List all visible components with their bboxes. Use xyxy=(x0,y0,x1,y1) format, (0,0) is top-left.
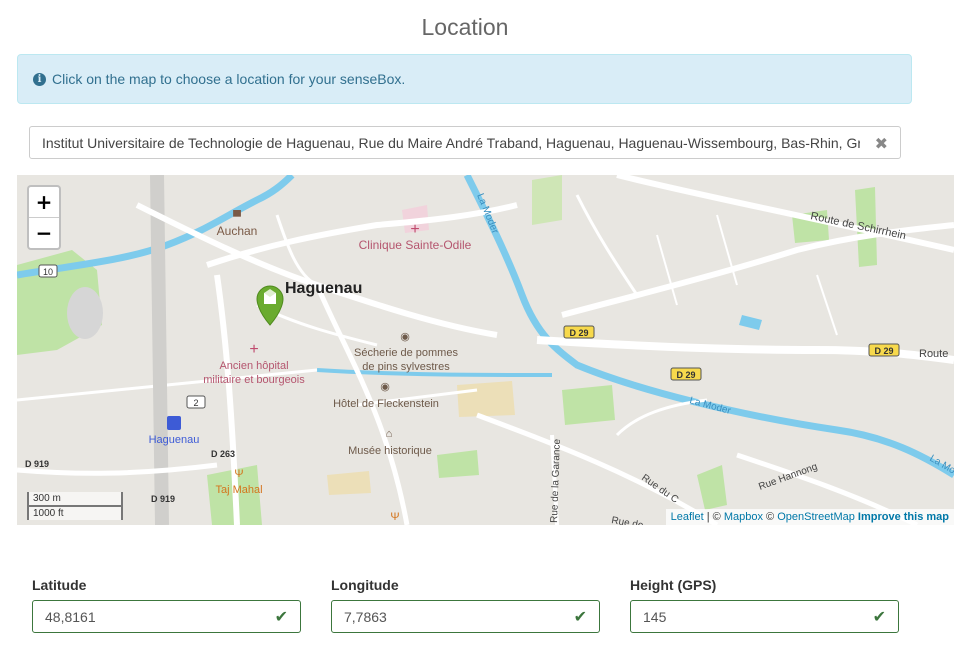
road-label: D 263 xyxy=(211,449,235,459)
poi-label-sechrie: de pins sylvestres xyxy=(362,361,450,373)
latitude-field: Latitude ✔ xyxy=(32,577,301,633)
medical-cross-icon: + xyxy=(249,341,258,358)
pond xyxy=(739,315,762,330)
checkmark-icon: ✔ xyxy=(872,607,886,626)
building-area xyxy=(327,471,371,495)
height-input[interactable] xyxy=(631,601,898,632)
location-search: ✖ xyxy=(29,126,901,159)
osm-link[interactable]: OpenStreetMap xyxy=(777,511,855,523)
park-area xyxy=(437,450,479,478)
medical-cross-icon: + xyxy=(410,221,419,238)
poi-label-auchan: Auchan xyxy=(217,224,258,238)
checkmark-icon: ✔ xyxy=(274,607,288,626)
checkmark-icon: ✔ xyxy=(573,607,587,626)
poi-label-musee: Musée historique xyxy=(348,445,432,457)
street-label: Route xyxy=(919,348,948,360)
route-d29-label: D 29 xyxy=(569,328,588,338)
road xyxy=(135,202,498,338)
height-label: Height (GPS) xyxy=(630,577,717,593)
poi-label-hotel: Hôtel de Fleckenstein xyxy=(333,398,439,410)
zoom-control: + − xyxy=(27,185,61,250)
route-10-label: 10 xyxy=(43,267,53,277)
road-label: D 919 xyxy=(151,494,175,504)
map-attribution: Leaflet | © Mapbox © OpenStreetMap Impro… xyxy=(665,509,954,525)
street-label: Rue de la Garance xyxy=(549,438,563,523)
park-area xyxy=(532,175,562,225)
map[interactable]: 10 2 D 29 D 29 D 29 Haguenau Auchan ▀ + … xyxy=(17,175,954,525)
road xyxy=(816,274,838,336)
train-station-icon xyxy=(167,416,181,430)
stadium xyxy=(67,287,103,339)
leaflet-link[interactable]: Leaflet xyxy=(671,511,704,523)
route-2-label: 2 xyxy=(193,398,198,408)
park-area xyxy=(697,465,727,510)
map-canvas[interactable]: 10 2 D 29 D 29 D 29 Haguenau Auchan ▀ + … xyxy=(17,175,954,525)
page-title: Location xyxy=(421,14,509,40)
route-d29-label: D 29 xyxy=(676,370,695,380)
info-text: Click on the map to choose a location fo… xyxy=(52,71,406,87)
scale-imperial: 1000 ft xyxy=(27,505,123,520)
road xyxy=(575,194,639,296)
latitude-label: Latitude xyxy=(32,577,87,593)
poi-label-taj: Taj Mahal xyxy=(215,484,262,496)
close-icon[interactable]: ✖ xyxy=(875,134,888,153)
city-label: Haguenau xyxy=(285,280,362,297)
location-marker[interactable] xyxy=(256,285,284,326)
location-search-input[interactable] xyxy=(30,127,900,158)
river-label: La Mo xyxy=(928,453,955,477)
height-field: Height (GPS) ✔ xyxy=(630,577,899,633)
info-alert: i Click on the map to choose a location … xyxy=(17,54,912,104)
river-label: La Moder xyxy=(688,395,732,417)
longitude-field: Longitude ✔ xyxy=(331,577,600,633)
shop-icon: ▀ xyxy=(233,209,241,223)
museum-icon: ⌂ xyxy=(386,428,393,440)
improve-map-link[interactable]: Improve this map xyxy=(858,511,949,523)
camera-icon: ◉ xyxy=(380,381,390,393)
street-label: Rue de xyxy=(610,515,644,525)
zoom-in-button[interactable]: + xyxy=(29,187,59,217)
road-label: D 919 xyxy=(25,459,49,469)
poi-label-clinique: Clinique Sainte-Odile xyxy=(359,238,472,252)
restaurant-icon: Ψ xyxy=(390,511,399,523)
poi-label-sechrie: Sécherie de pommes xyxy=(354,347,458,359)
info-circle-icon: i xyxy=(33,72,46,86)
longitude-input[interactable] xyxy=(332,601,599,632)
scale-bar: 300 m 1000 ft xyxy=(27,492,123,520)
restaurant-icon: Ψ xyxy=(234,468,243,480)
mapbox-link[interactable]: Mapbox xyxy=(724,511,763,523)
zoom-out-button[interactable]: − xyxy=(29,217,59,248)
camera-icon: ◉ xyxy=(400,331,410,343)
latitude-input[interactable] xyxy=(33,601,300,632)
street-label: Rue du C xyxy=(639,472,680,505)
road xyxy=(656,234,678,306)
poi-label-hopital: militaire et bourgeois xyxy=(203,374,305,386)
route-d29-label: D 29 xyxy=(874,346,893,356)
poi-label-hopital: Ancien hôpital xyxy=(219,360,288,372)
station-label: Haguenau xyxy=(149,434,200,446)
park-area xyxy=(562,385,615,425)
longitude-label: Longitude xyxy=(331,577,399,593)
building-area xyxy=(457,381,515,417)
